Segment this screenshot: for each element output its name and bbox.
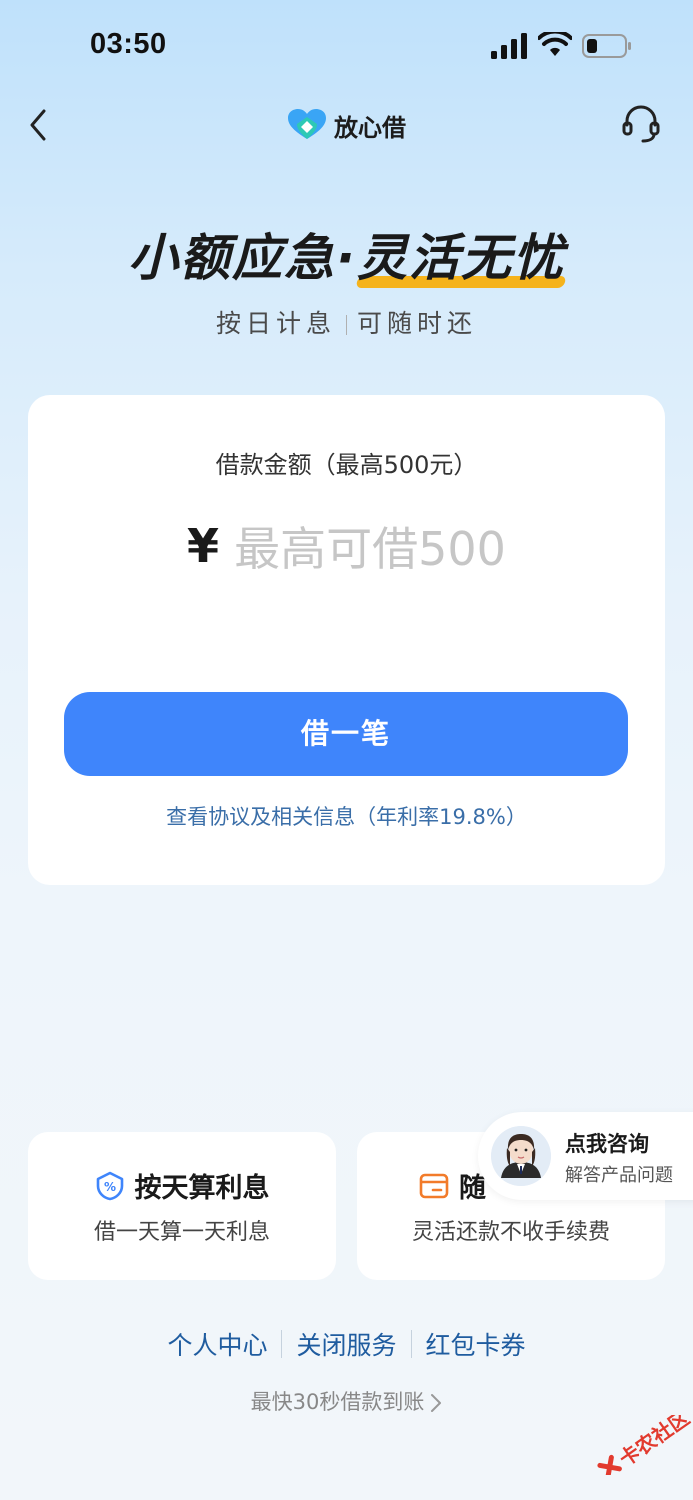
fast-note[interactable]: 最快30秒借款到账 xyxy=(0,1386,693,1416)
battery-low-icon xyxy=(582,34,631,58)
percent-shield-icon: % xyxy=(96,1171,123,1200)
wifi-icon xyxy=(538,32,572,56)
svg-text:%: % xyxy=(103,1180,115,1194)
brand-logo-icon xyxy=(288,109,326,139)
hero-subtitle: 按日计息 可随时还 xyxy=(0,304,693,340)
brand-name: 放心借 xyxy=(334,113,406,142)
hero-title-part2: 灵活无忧 xyxy=(357,229,565,287)
status-time: 03:50 xyxy=(90,28,167,60)
chevron-right-icon xyxy=(431,1394,442,1412)
cellular-signal-icon xyxy=(491,33,527,59)
headset-icon[interactable] xyxy=(620,103,662,145)
agreement-link[interactable]: 查看协议及相关信息（年利率19.8%） xyxy=(28,801,665,831)
consult-bubble[interactable]: 点我咨询 解答产品问题 xyxy=(478,1112,693,1200)
svg-text:卡农社区: 卡农社区 xyxy=(615,1415,693,1471)
borrow-button[interactable]: 借一笔 xyxy=(64,692,628,776)
hero-subtitle-divider xyxy=(346,315,347,335)
feature-desc: 借一天算一天利息 xyxy=(93,1220,270,1245)
watermark-logo: 卡农社区 xyxy=(597,1415,693,1475)
feature-title-row: % 按天算利息 xyxy=(28,1166,336,1205)
feature-card-daily-interest: % 按天算利息 借一天算一天利息 xyxy=(28,1132,336,1280)
nav-bar: 放心借 xyxy=(0,95,693,155)
hero-title-part1: 小额应急· xyxy=(128,229,357,287)
bottom-links: 个人中心 关闭服务 红包卡券 xyxy=(0,1326,693,1362)
amount-row: ¥ 最高可借500 xyxy=(28,513,665,579)
fast-note-text: 最快30秒借款到账 xyxy=(250,1390,425,1414)
hero-banner: 小额应急· 灵活无忧 按日计息 可随时还 xyxy=(0,218,693,340)
feature-desc: 灵活还款不收手续费 xyxy=(411,1220,610,1245)
link-coupons[interactable]: 红包卡券 xyxy=(412,1326,540,1362)
link-close-service[interactable]: 关闭服务 xyxy=(282,1326,410,1362)
loan-card: 借款金额（最高500元） ¥ 最高可借500 借一笔 查看协议及相关信息（年利率… xyxy=(28,395,665,885)
hero-subtitle-left: 按日计息 xyxy=(215,309,336,338)
hero-title-accent: 灵活无忧 xyxy=(355,218,567,290)
amount-input[interactable]: 最高可借500 xyxy=(234,513,506,579)
amount-label: 借款金额（最高500元） xyxy=(215,451,478,479)
consult-title: 点我咨询 xyxy=(565,1132,649,1156)
status-bar: 03:50 xyxy=(0,0,693,90)
currency-symbol: ¥ xyxy=(187,519,220,573)
wallet-icon xyxy=(419,1173,449,1198)
agent-avatar xyxy=(491,1126,551,1186)
hero-title: 小额应急· 灵活无忧 xyxy=(128,218,567,290)
feature-title: 按天算利息 xyxy=(134,1173,270,1204)
hero-subtitle-right: 可随时还 xyxy=(357,309,478,338)
feature-title: 随 xyxy=(459,1173,486,1204)
link-personal-center[interactable]: 个人中心 xyxy=(153,1326,281,1362)
brand: 放心借 xyxy=(288,105,406,145)
chevron-left-icon[interactable] xyxy=(24,105,54,145)
consult-subtitle: 解答产品问题 xyxy=(565,1165,673,1186)
